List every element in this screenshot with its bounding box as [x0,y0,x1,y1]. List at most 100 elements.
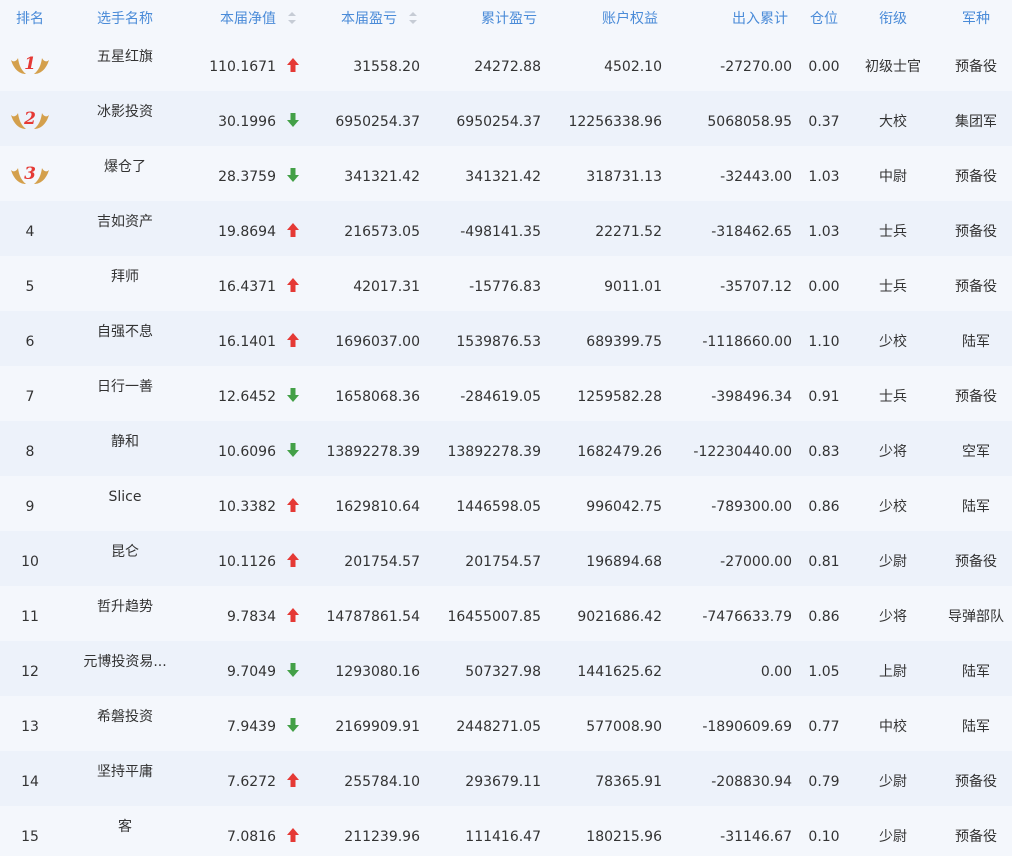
position-value: 1.03 [808,224,840,240]
title-value: 少将 [879,444,907,460]
rank-number: 14 [21,774,39,790]
branch-value: 预备役 [955,774,997,790]
profit-value: 14787861.54 [326,609,420,625]
flow-value: 0.00 [760,664,792,680]
player-name[interactable]: 静和 [111,433,139,451]
arrow-up-icon [287,828,299,842]
player-name[interactable]: 希磐投资 [97,708,153,726]
branch-value: 预备役 [955,829,997,845]
net-value: 10.1126 [218,554,276,570]
table-row[interactable]: 12 元博投资易... 9.7049 1293080.16 507327.98 14416… [0,641,1012,696]
player-name[interactable]: 五星红旗 [97,48,153,66]
table-row[interactable]: 4 吉如资产 19.8694 216573.05 -498141.35 22271.52 -… [0,201,1012,256]
player-name[interactable]: 日行一善 [97,378,153,396]
player-name[interactable]: 冰影投资 [97,103,153,121]
net-value: 16.4371 [218,279,276,295]
player-name[interactable]: 哲升趋势 [97,598,153,616]
table-row[interactable]: 1 五星红旗 110.1671 31558.20 24272.88 4502.10 -272… [0,36,1012,91]
net-value: 9.7834 [227,609,276,625]
table-row[interactable]: 7 日行一善 12.6452 1658068.36 -284619.05 1259582.… [0,366,1012,421]
header-net-value[interactable]: 本届净值 [220,10,276,28]
equity-value: 1682479.26 [577,444,662,460]
net-value: 28.3759 [218,169,276,185]
table-row[interactable]: 10 昆仑 10.1126 201754.57 201754.57 196894.68 -2… [0,531,1012,586]
net-value: 110.1671 [209,59,276,75]
position-value: 1.05 [808,664,840,680]
profit-value: 211239.96 [344,829,420,845]
title-value: 中尉 [879,169,907,185]
header-cumulative[interactable]: 累计盈亏 [481,10,537,28]
rank-number: 10 [21,554,39,570]
branch-value: 空军 [962,444,990,460]
equity-value: 996042.75 [586,499,662,515]
header-title[interactable]: 衔级 [879,10,907,28]
arrow-down-icon [287,168,299,182]
table-row[interactable]: 8 静和 10.6096 13892278.39 13892278.39 1682479.… [0,421,1012,476]
header-player[interactable]: 选手名称 [97,10,153,28]
rank-medal-icon: 3 [8,158,52,188]
net-value: 16.1401 [218,334,276,350]
rank-medal-icon: 1 [8,48,52,78]
table-row[interactable]: 13 希磐投资 7.9439 2169909.91 2448271.05 577008.9… [0,696,1012,751]
table-row[interactable]: 3 爆仓了 28.3759 341321.42 341321.42 318731.13 -3… [0,146,1012,201]
net-value: 7.6272 [227,774,276,790]
equity-value: 1259582.28 [577,389,662,405]
rank-number: 13 [21,719,39,735]
profit-value: 31558.20 [353,59,420,75]
table-row[interactable]: 9 Slice 10.3382 1629810.64 1446598.05 996042.… [0,476,1012,531]
title-value: 少尉 [879,554,907,570]
arrow-down-icon [287,663,299,677]
table-row[interactable]: 5 拜师 16.4371 42017.31 -15776.83 9011.01 -35707… [0,256,1012,311]
header-equity[interactable]: 账户权益 [602,10,658,28]
player-name[interactable]: 昆仑 [111,543,139,561]
position-value: 0.37 [808,114,840,130]
player-name[interactable]: 爆仓了 [104,158,146,176]
header-rank[interactable]: 排名 [16,10,44,28]
sort-icon[interactable] [409,12,417,24]
player-name[interactable]: Slice [109,488,142,506]
branch-value: 陆军 [962,664,990,680]
header-flow[interactable]: 出入累计 [732,10,788,28]
header-branch[interactable]: 军种 [962,10,990,28]
player-name[interactable]: 吉如资产 [97,213,153,231]
equity-value: 22271.52 [595,224,662,240]
rank-medal-icon: 2 [8,103,52,133]
rank-number: 6 [25,334,35,350]
table-row[interactable]: 15 客 7.0816 211239.96 111416.47 180215.96 -311… [0,806,1012,856]
cumulative-value: -498141.35 [460,224,541,240]
player-name[interactable]: 拜师 [111,268,139,286]
cumulative-value: 341321.42 [465,169,541,185]
cumulative-value: -15776.83 [469,279,541,295]
position-value: 0.86 [808,499,840,515]
flow-value: -789300.00 [711,499,792,515]
table-row[interactable]: 6 自强不息 16.1401 1696037.00 1539876.53 689399.7… [0,311,1012,366]
flow-value: -1118660.00 [702,334,792,350]
header-position[interactable]: 仓位 [810,10,838,28]
branch-value: 预备役 [955,59,997,75]
equity-value: 180215.96 [586,829,662,845]
flow-value: 5068058.95 [707,114,792,130]
ranking-table: 排名 选手名称 本届净值 本届盈亏 累计盈亏 账户权益 出入累计 仓位 衔级 军… [0,0,1012,856]
net-value: 30.1996 [218,114,276,130]
cumulative-value: 13892278.39 [447,444,541,460]
table-row[interactable]: 11 哲升趋势 9.7834 14787861.54 16455007.85 902168… [0,586,1012,641]
profit-value: 42017.31 [353,279,420,295]
player-name[interactable]: 坚持平庸 [97,763,153,781]
sort-icon[interactable] [288,12,296,24]
rank-number: 9 [25,499,35,515]
branch-value: 预备役 [955,169,997,185]
table-row[interactable]: 2 冰影投资 30.1996 6950254.37 6950254.37 12256338… [0,91,1012,146]
title-value: 少尉 [879,829,907,845]
title-value: 少校 [879,334,907,350]
player-name[interactable]: 自强不息 [97,323,153,341]
header-profit[interactable]: 本届盈亏 [341,10,397,28]
branch-value: 陆军 [962,334,990,350]
title-value: 士兵 [879,224,907,240]
player-name[interactable]: 元博投资易... [83,653,166,671]
table-row[interactable]: 14 坚持平庸 7.6272 255784.10 293679.11 78365.91 -2… [0,751,1012,806]
net-value: 10.6096 [218,444,276,460]
player-name[interactable]: 客 [118,818,132,836]
profit-value: 13892278.39 [326,444,420,460]
equity-value: 78365.91 [595,774,662,790]
profit-value: 341321.42 [344,169,420,185]
